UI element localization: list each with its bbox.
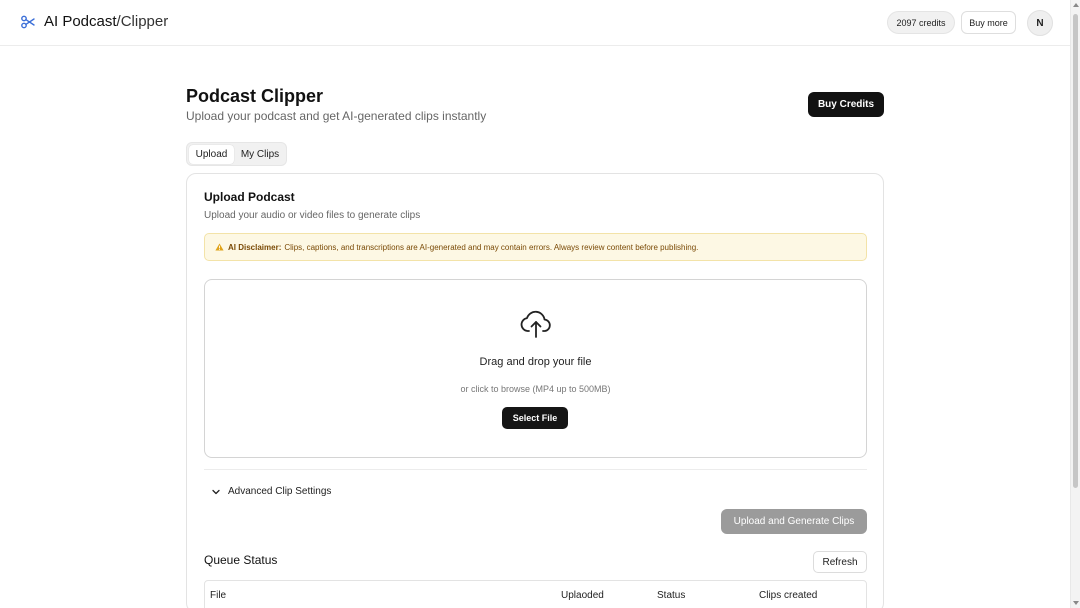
warning-icon	[215, 243, 224, 251]
column-clips-created: Clips created	[759, 590, 818, 601]
credits-badge: 2097 credits	[887, 11, 955, 34]
disclaimer-text: Clips, captions, and transcriptions are …	[284, 242, 699, 252]
scrollbar[interactable]	[1070, 0, 1080, 608]
queue-table-header: File Uplaoded Status Clips created	[204, 580, 867, 608]
scroll-up-arrow[interactable]	[1073, 3, 1079, 7]
page-subtitle: Upload your podcast and get AI-generated…	[186, 109, 487, 123]
dropzone-subtitle: or click to browse (MP4 up to 500MB)	[460, 384, 611, 394]
brand[interactable]: AI Podcast/Clipper	[20, 13, 168, 30]
dropzone-title: Drag and drop your file	[479, 356, 592, 368]
column-uploaded: Uplaoded	[561, 590, 604, 601]
tab-list: Upload My Clips	[186, 142, 287, 166]
brand-name: AI Podcast/Clipper	[44, 13, 168, 30]
scissors-icon	[21, 15, 35, 28]
disclaimer-label: AI Disclaimer:	[228, 242, 282, 252]
buy-more-button[interactable]: Buy more	[961, 11, 1016, 34]
avatar[interactable]: N	[1027, 10, 1053, 36]
column-file: File	[210, 590, 227, 601]
card-description: Upload your audio or video files to gene…	[204, 210, 421, 221]
advanced-settings-toggle[interactable]: Advanced Clip Settings	[212, 486, 331, 497]
file-dropzone[interactable]: Drag and drop your file or click to brow…	[204, 279, 867, 458]
scroll-thumb[interactable]	[1073, 14, 1078, 488]
upload-card: Upload Podcast Upload your audio or vide…	[186, 173, 884, 608]
select-file-button[interactable]: Select File	[502, 407, 568, 429]
cloud-upload-icon	[520, 310, 551, 338]
tab-my-clips[interactable]: My Clips	[236, 145, 284, 164]
queue-status-title: Queue Status	[204, 553, 278, 567]
card-title: Upload Podcast	[204, 190, 295, 204]
scroll-down-arrow[interactable]	[1073, 601, 1079, 605]
page-title: Podcast Clipper	[186, 86, 324, 106]
brand-sub: Clipper	[120, 13, 169, 30]
advanced-settings-label: Advanced Clip Settings	[228, 486, 332, 497]
ai-disclaimer-banner: AI Disclaimer: Clips, captions, and tran…	[204, 233, 867, 261]
upload-generate-button[interactable]: Upload and Generate Clips	[721, 509, 867, 534]
chevron-down-icon	[212, 489, 220, 494]
divider	[204, 469, 867, 470]
brand-main: AI Podcast	[44, 13, 117, 30]
refresh-button[interactable]: Refresh	[813, 551, 867, 573]
column-status: Status	[657, 590, 686, 601]
buy-credits-button[interactable]: Buy Credits	[808, 92, 884, 117]
tab-upload[interactable]: Upload	[189, 145, 234, 164]
top-navbar: AI Podcast/Clipper 2097 credits Buy more…	[0, 0, 1070, 46]
